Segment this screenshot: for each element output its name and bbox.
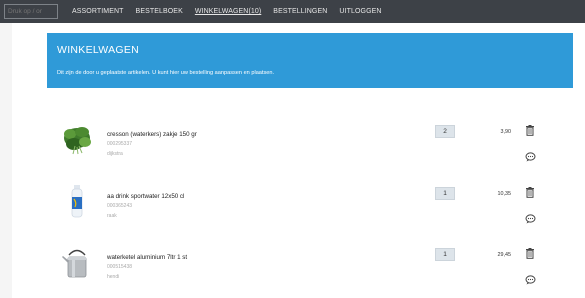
cress-image: [64, 127, 91, 155]
quantity-field[interactable]: 2: [435, 125, 455, 138]
comment-icon[interactable]: [525, 152, 536, 162]
item-code: 000515438: [107, 264, 133, 270]
cart-banner: WINKELWAGEN Dit zijn de door u geplaatst…: [47, 33, 573, 88]
cart-item: waterketel aluminium 7ltr 1 st 000515438…: [47, 242, 577, 298]
item-name[interactable]: waterketel aluminium 7ltr 1 st: [107, 254, 187, 261]
trash-icon[interactable]: [525, 125, 535, 136]
item-price: 3,90: [500, 129, 512, 135]
left-gutter: [0, 23, 12, 298]
trash-icon[interactable]: [525, 248, 535, 259]
top-navigation-bar: ASSORTIMENT BESTELBOEK WINKELWAGEN(10) B…: [0, 0, 585, 23]
nav-bestellingen[interactable]: BESTELLINGEN: [273, 8, 327, 15]
search-input[interactable]: [4, 4, 58, 19]
nav-uitloggen[interactable]: UITLOGGEN: [339, 8, 381, 15]
item-name[interactable]: cresson (waterkers) zakje 150 gr: [107, 131, 197, 138]
item-code: 000365243: [107, 203, 133, 209]
item-price: 29,45: [497, 252, 512, 258]
item-brand: dijkstra: [107, 151, 123, 157]
comment-icon[interactable]: [525, 214, 536, 224]
nav-winkelwagen[interactable]: WINKELWAGEN(10): [195, 8, 261, 15]
cart-item: cresson (waterkers) zakje 150 gr 0002953…: [47, 118, 577, 174]
item-code: 000295337: [107, 141, 133, 147]
trash-icon[interactable]: [525, 187, 535, 198]
bottle-image: [71, 185, 83, 218]
cart-item: aa drink sportwater 12x50 cl 000365243 r…: [47, 180, 577, 236]
quantity-field[interactable]: 1: [435, 248, 455, 261]
page-description: Dit zijn de door u geplaatste artikelen.…: [57, 70, 275, 76]
item-price: 10,35: [497, 191, 512, 197]
nav-bestelboek[interactable]: BESTELBOEK: [136, 8, 183, 15]
quantity-field[interactable]: 1: [435, 187, 455, 200]
item-name[interactable]: aa drink sportwater 12x50 cl: [107, 193, 184, 200]
kettle-image: [62, 249, 87, 278]
comment-icon[interactable]: [525, 275, 536, 285]
page-title: WINKELWAGEN: [57, 44, 140, 56]
nav-assortiment[interactable]: ASSORTIMENT: [72, 8, 124, 15]
item-brand: hendi: [107, 274, 120, 280]
item-brand: raak: [107, 213, 117, 219]
